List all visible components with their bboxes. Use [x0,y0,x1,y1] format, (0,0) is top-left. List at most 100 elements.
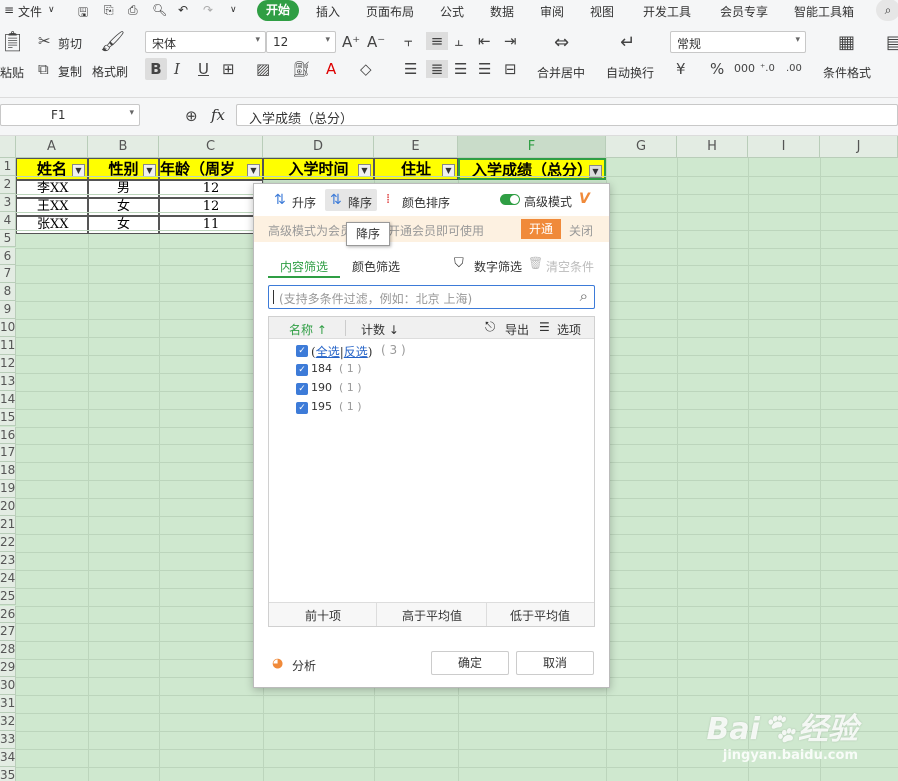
menu-file[interactable]: 文件 [18,3,42,20]
cell-b4[interactable]: 女 [88,216,159,234]
fill-color-icon[interactable]: ⛽︎ [292,60,311,78]
tab-page-layout[interactable]: 页面布局 [366,3,414,20]
copy-icon[interactable]: ⧉ [38,60,49,78]
color-sort-icon[interactable]: ⁞ [386,192,390,207]
menu-icon[interactable]: ☰ [539,320,550,334]
print-icon[interactable]: ⎙ [128,3,138,18]
font-grow-icon[interactable]: A⁺ [342,33,360,51]
col-header-c[interactable]: C [159,136,263,158]
number-format-select[interactable]: 常规 ▾ [670,31,806,53]
bold-icon[interactable]: B [145,58,167,80]
list-item-label[interactable]: 190 [311,381,332,394]
hamburger-icon[interactable]: ≡ [4,3,14,17]
tab-insert[interactable]: 插入 [316,3,340,20]
copy-button[interactable]: 复制 [58,63,82,80]
row-header[interactable]: 28 [0,641,16,660]
percent-icon[interactable]: % [710,60,724,78]
search-icon[interactable]: ⌕ [580,287,588,305]
clear-conditions-button[interactable]: 清空条件 [546,258,594,275]
cancel-button[interactable]: 取消 [516,651,594,675]
select-all-corner[interactable] [0,136,16,158]
row-header[interactable]: 5 [0,229,16,248]
row-header[interactable]: 30 [0,677,16,695]
preview-icon[interactable]: 🔍︎ [152,3,167,17]
name-box[interactable]: F1 ▾ [0,104,140,126]
tab-developer[interactable]: 开发工具 [643,3,691,20]
align-top-icon[interactable]: ⫟ [404,32,413,50]
cell-style-icon[interactable]: ▨ [256,60,270,78]
justify-icon[interactable]: ☰ [478,60,491,78]
row-header[interactable]: 34 [0,748,16,767]
row-header[interactable]: 31 [0,695,16,713]
banner-close-button[interactable]: 关闭 [569,222,593,239]
sort-asc-icon[interactable]: ⇅ [274,192,286,208]
select-all-link[interactable]: 全选 [316,345,340,359]
export-icon[interactable]: ⎋ [485,320,495,335]
col-header-h[interactable]: H [677,136,748,158]
col-header-a[interactable]: A [16,136,88,158]
cut-button[interactable]: 剪切 [58,35,82,52]
format-painter-icon[interactable]: 🖌︎ [100,31,125,51]
export-button[interactable]: 导出 [505,321,529,338]
advanced-mode-toggle[interactable] [500,194,520,205]
search-icon[interactable]: ⌕ [876,0,898,21]
cell-a3[interactable]: 王XX [16,198,88,216]
checkbox-icon[interactable]: ✓ [296,364,308,376]
cell-a4[interactable]: 张XX [16,216,88,234]
col-header-i[interactable]: I [748,136,820,158]
cell-c3[interactable]: 12 [159,198,263,216]
col-header-e[interactable]: E [374,136,458,158]
list-item-label[interactable]: 195 [311,400,332,413]
indent-increase-icon[interactable]: ⇥ [504,32,517,50]
row-header[interactable]: 3 [0,193,16,212]
col-header-j[interactable]: J [820,136,898,158]
underline-icon[interactable]: U [198,60,209,78]
tab-data[interactable]: 数据 [490,3,514,20]
font-color-icon[interactable]: A [326,60,336,78]
row-header[interactable]: 4 [0,211,16,230]
merge-center-button[interactable]: 合并居中 [537,64,585,81]
italic-icon[interactable]: I [174,60,180,78]
merge-center-icon[interactable]: ⇔ [554,34,569,52]
paste-icon[interactable]: 📋︎ [0,31,25,51]
row-header[interactable]: 25 [0,587,16,606]
align-bottom-icon[interactable]: ⫠ [454,32,463,50]
row-header[interactable]: 35 [0,766,16,781]
tab-smart-tools[interactable]: 智能工具箱 [794,3,854,20]
cell-b2[interactable]: 男 [88,180,159,198]
row-header[interactable]: 15 [0,408,16,427]
row-header[interactable]: 9 [0,301,16,320]
checkbox-icon[interactable]: ✓ [296,383,308,395]
quick-access-chevron-icon[interactable]: ∨ [230,5,237,15]
options-button[interactable]: 选项 [557,321,581,338]
align-left-icon[interactable]: ☰ [404,60,417,78]
list-item-select-all[interactable]: (全选|反选) [311,343,372,360]
align-middle-icon[interactable]: ≡ [426,32,448,50]
row-header[interactable]: 17 [0,444,16,463]
row-header[interactable]: 6 [0,247,16,266]
indent-decrease-icon[interactable]: ⇤ [478,32,491,50]
tab-view[interactable]: 视图 [590,3,614,20]
align-right-icon[interactable]: ☰ [454,60,467,78]
sort-by-name-button[interactable]: 名称 ↑ [289,321,327,338]
wrap-text-button[interactable]: 自动换行 [606,64,654,81]
search-input[interactable]: (支持多条件过滤，例如：北京 上海) ⌕ [268,285,595,309]
cell-b3[interactable]: 女 [88,198,159,216]
row-header[interactable]: 16 [0,426,16,445]
col-header-g[interactable]: G [606,136,677,158]
align-center-icon[interactable]: ≣ [426,60,448,78]
wrap-text-icon[interactable]: ↵ [620,34,635,52]
row-header[interactable]: 19 [0,480,16,499]
thousands-icon[interactable]: 000 [734,60,755,78]
cell-c2[interactable]: 12 [159,180,263,198]
row-header[interactable]: 2 [0,175,16,194]
funnel-icon[interactable]: ⛉ [454,256,464,271]
row-header[interactable]: 33 [0,730,16,749]
row-header[interactable]: 29 [0,659,16,678]
row-header[interactable]: 21 [0,516,16,534]
distributed-icon[interactable]: ⊟ [504,60,517,78]
row-header[interactable]: 18 [0,462,16,481]
redo-icon[interactable]: ↷ [203,3,213,17]
export-pdf-icon[interactable]: ⎘ [104,3,114,18]
color-sort-button[interactable]: 颜色排序 [402,194,450,211]
